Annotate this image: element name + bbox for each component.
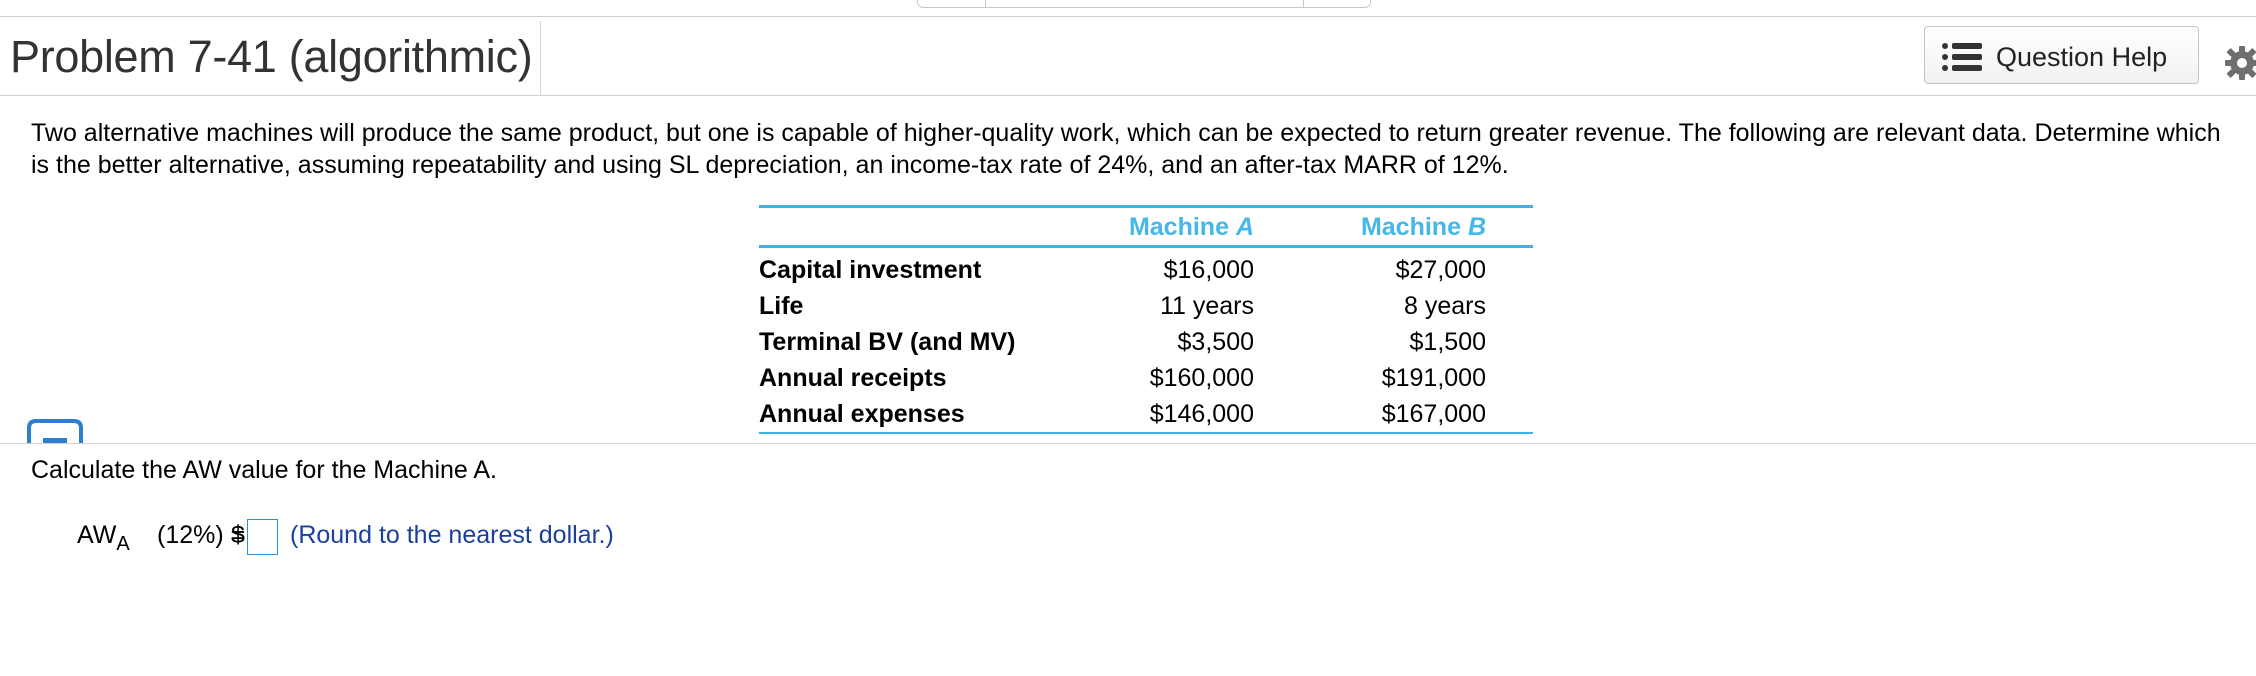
row-pad (1486, 288, 1533, 324)
top-tab-strip (917, 0, 1371, 8)
row-label: Life (759, 292, 804, 320)
table-header-machine-a: Machine A (1079, 207, 1254, 247)
page-title: Problem 7-41 (algorithmic) (10, 31, 533, 82)
machine-a-value: $3,500 (1177, 328, 1254, 356)
row-pad (1486, 360, 1533, 396)
machine-a-value: $16,000 (1163, 256, 1254, 284)
machine-a-prefix: Machine (1128, 212, 1236, 241)
machine-b-value: $1,500 (1409, 328, 1486, 356)
tab-divider (1303, 0, 1304, 7)
row-label: Capital investment (759, 256, 982, 284)
title-bar: Problem 7-41 (algorithmic) Question Help (0, 17, 2256, 95)
row-label: Terminal BV (and MV) (759, 328, 1016, 356)
section-divider (0, 443, 2256, 444)
table-row: Capital investment $16,000 $27,000 (759, 247, 1533, 289)
gear-icon[interactable] (2222, 44, 2256, 82)
machine-b-letter: B (1467, 212, 1486, 241)
page: Problem 7-41 (algorithmic) Question Help (0, 0, 2256, 676)
aw-label: AWA (77, 521, 130, 556)
aw-text: AW (77, 521, 117, 549)
machine-b-value: $191,000 (1381, 364, 1486, 392)
row-label: Annual expenses (759, 400, 965, 428)
row-label: Annual receipts (759, 364, 947, 392)
aw-subscript: A (116, 533, 130, 555)
machine-a-value: $146,000 (1149, 400, 1254, 428)
row-pad (1486, 396, 1533, 433)
machine-data-table: Machine A Machine B Capital investment $… (759, 205, 1533, 434)
question-instruction: Calculate the AW value for the Machine A… (31, 456, 497, 484)
machine-a-value: 11 years (1159, 292, 1254, 320)
table-header-row: Machine A Machine B (759, 206, 1533, 247)
title-divider (540, 21, 541, 95)
currency-symbol: $ (231, 521, 245, 549)
collapse-handle-icon[interactable] (27, 418, 83, 446)
row-pad (1486, 247, 1533, 289)
machine-b-value: $167,000 (1381, 400, 1486, 428)
machine-b-prefix: Machine (1360, 212, 1468, 241)
tab-divider (985, 0, 986, 7)
table-header-pad (1486, 207, 1533, 247)
table-row: Terminal BV (and MV) $3,500 $1,500 (759, 324, 1533, 360)
question-help-button[interactable]: Question Help (1924, 26, 2199, 84)
aw-answer-input[interactable] (247, 519, 278, 555)
question-help-label: Question Help (1996, 42, 2168, 72)
machine-b-value: 8 years (1404, 292, 1486, 320)
table-header-machine-b: Machine B (1254, 207, 1486, 247)
rounding-hint: (Round to the nearest dollar.) (290, 521, 614, 549)
row-pad (1486, 324, 1533, 360)
table-row: Life 11 years 8 years (759, 288, 1533, 324)
problem-statement: Two alternative machines will produce th… (31, 119, 2221, 179)
machine-a-letter: A (1235, 212, 1254, 241)
machine-b-value: $27,000 (1395, 256, 1486, 284)
table-header-blank (759, 207, 1079, 247)
table-row: Annual expenses $146,000 $167,000 (759, 396, 1533, 433)
machine-a-value: $160,000 (1149, 364, 1254, 392)
table-row: Annual receipts $160,000 $191,000 (759, 360, 1533, 396)
title-divider-line (0, 95, 2256, 96)
list-icon (1942, 43, 1982, 71)
